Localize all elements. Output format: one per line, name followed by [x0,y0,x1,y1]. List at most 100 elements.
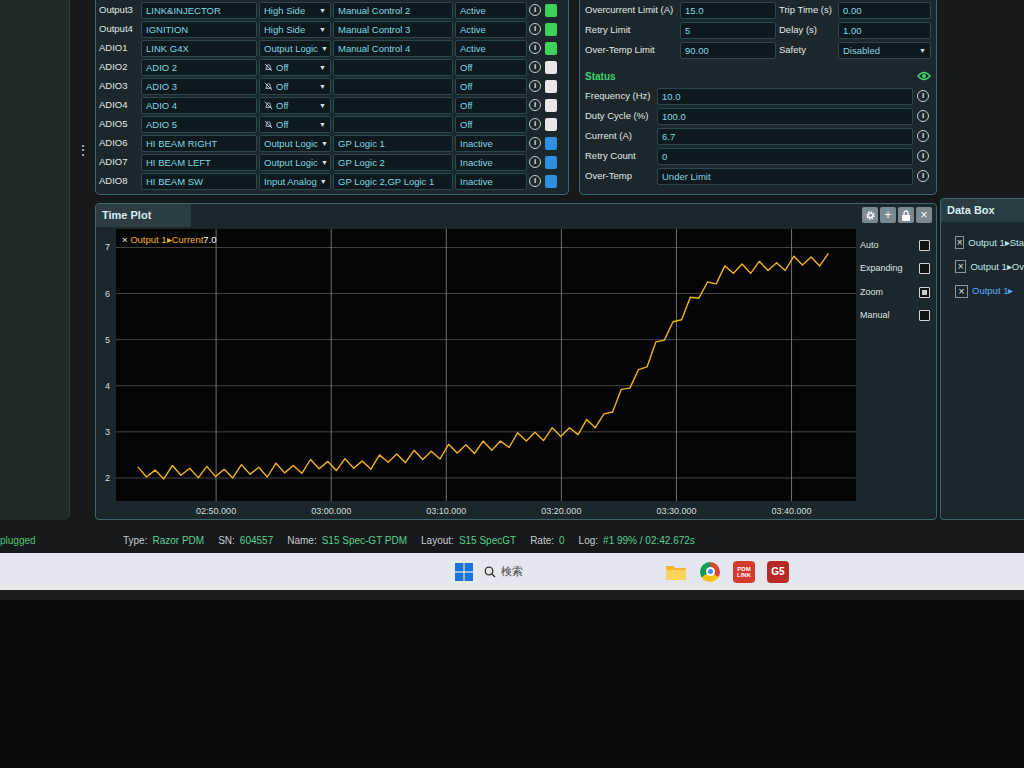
grid-line [561,229,562,501]
app-icon[interactable]: PDM LINK [732,560,756,584]
info-icon[interactable]: i [529,80,541,92]
data-box-item[interactable]: ×Output 1▸Sta [955,236,1024,250]
info-icon[interactable]: i [529,61,541,73]
status-square [545,99,557,112]
off-icon [264,63,273,72]
remove-button[interactable]: × [955,285,968,298]
plot-option[interactable]: Expanding [860,262,930,276]
current-series-line [138,253,829,479]
name-field[interactable]: ADIO 2 [141,59,257,76]
function-field[interactable] [333,59,453,76]
info-icon[interactable]: i [917,90,929,102]
output-row: ADIO1LINK G4XOutput Logic▼Manual Control… [99,39,565,57]
data-box-item[interactable]: ×Output 1▸ [955,284,1024,298]
plot-option[interactable]: Manual [860,309,930,323]
legend-series: Output 1▸Current [130,234,203,245]
off-icon [264,101,273,110]
name-field[interactable]: HI BEAM RIGHT [141,135,257,152]
info-icon[interactable]: i [529,23,541,35]
status-value: 604557 [240,533,273,548]
close-button[interactable]: × [916,207,932,223]
function-field[interactable] [333,116,453,133]
config-field[interactable]: 1.00 [838,22,931,39]
mode-select[interactable]: Output Logic▼ [259,40,331,57]
info-icon[interactable]: i [529,175,541,187]
function-field[interactable]: GP Logic 1 [333,135,453,152]
grid-line [116,385,856,386]
function-field[interactable]: Manual Control 3 [333,21,453,38]
status-item: SN:604557 [218,533,273,548]
function-field[interactable]: Manual Control 2 [333,2,453,19]
remove-button[interactable]: × [955,236,964,249]
info-icon[interactable]: i [529,4,541,16]
option-label: Manual [860,309,890,323]
config-field[interactable]: 15.0 [680,2,776,19]
grid-line [116,477,856,478]
taskbar-search[interactable]: 検索 [484,563,656,580]
x-tick: 03:10.000 [426,506,466,516]
name-field[interactable]: ADIO 3 [141,78,257,95]
config-select[interactable]: Disabled▼ [838,42,931,59]
option-checkbox[interactable] [919,240,930,251]
mode-select[interactable]: Input Analog▼ [259,173,331,190]
name-field[interactable]: LINK&INJECTOR [141,2,257,19]
plot-option[interactable]: Auto [860,239,930,253]
name-field[interactable]: LINK G4X [141,40,257,57]
folder-icon[interactable] [664,560,688,584]
function-field[interactable] [333,78,453,95]
name-field[interactable]: HI BEAM SW [141,173,257,190]
info-icon[interactable]: i [917,130,929,142]
off-icon [264,120,273,129]
mode-select[interactable]: Off▼ [259,97,331,114]
mode-select[interactable]: Output Logic▼ [259,135,331,152]
state-field: Active [455,21,527,38]
mode-text: Off [276,79,316,94]
chrome-icon[interactable] [698,560,722,584]
info-icon[interactable]: i [529,99,541,111]
name-field[interactable]: ADIO 5 [141,116,257,133]
config-field[interactable]: 0.00 [838,2,931,19]
info-icon[interactable]: i [529,156,541,168]
settings-button[interactable] [862,207,878,223]
search-placeholder: 検索 [501,563,523,580]
mode-text: High Side [264,3,316,18]
info-icon[interactable]: i [529,118,541,130]
data-box-item[interactable]: ×Output 1▸Ov [955,260,1024,274]
config-field[interactable]: 5 [680,22,776,39]
option-checkbox[interactable] [919,310,930,321]
legend-close[interactable]: × [122,234,130,245]
dropdown-arrow: ▼ [319,79,326,94]
function-field[interactable]: GP Logic 2 [333,154,453,171]
info-icon[interactable]: i [529,137,541,149]
option-checkbox[interactable] [919,263,930,274]
status-key: Log: [579,533,598,548]
info-icon[interactable]: i [529,42,541,54]
lock-button[interactable] [898,207,914,223]
mode-select[interactable]: Off▼ [259,78,331,95]
info-icon[interactable]: i [917,110,929,122]
sidebar-grip[interactable]: ⋮ [70,0,95,520]
config-field[interactable]: 90.00 [680,42,776,59]
option-checkbox[interactable] [919,287,930,298]
mode-select[interactable]: High Side▼ [259,2,331,19]
status-value: Razor PDM [152,533,204,548]
function-field[interactable]: GP Logic 2,GP Logic 1 [333,173,453,190]
status-item: Rate:0 [530,533,564,548]
info-icon[interactable]: i [917,170,929,182]
app-icon[interactable]: G5 [766,560,790,584]
name-field[interactable]: ADIO 4 [141,97,257,114]
remove-button[interactable]: × [955,260,966,273]
function-field[interactable] [333,97,453,114]
name-field[interactable]: IGNITION [141,21,257,38]
name-field[interactable]: HI BEAM LEFT [141,154,257,171]
mode-select[interactable]: High Side▼ [259,21,331,38]
add-button[interactable]: + [880,207,896,223]
info-icon[interactable]: i [917,150,929,162]
mode-select[interactable]: Output Logic▼ [259,154,331,171]
mode-select[interactable]: Off▼ [259,59,331,76]
menu-glyph[interactable]: ⋮ [76,140,90,520]
grid-line [791,229,792,501]
function-field[interactable]: Manual Control 4 [333,40,453,57]
mode-select[interactable]: Off▼ [259,116,331,133]
plot-option[interactable]: Zoom [860,286,930,300]
